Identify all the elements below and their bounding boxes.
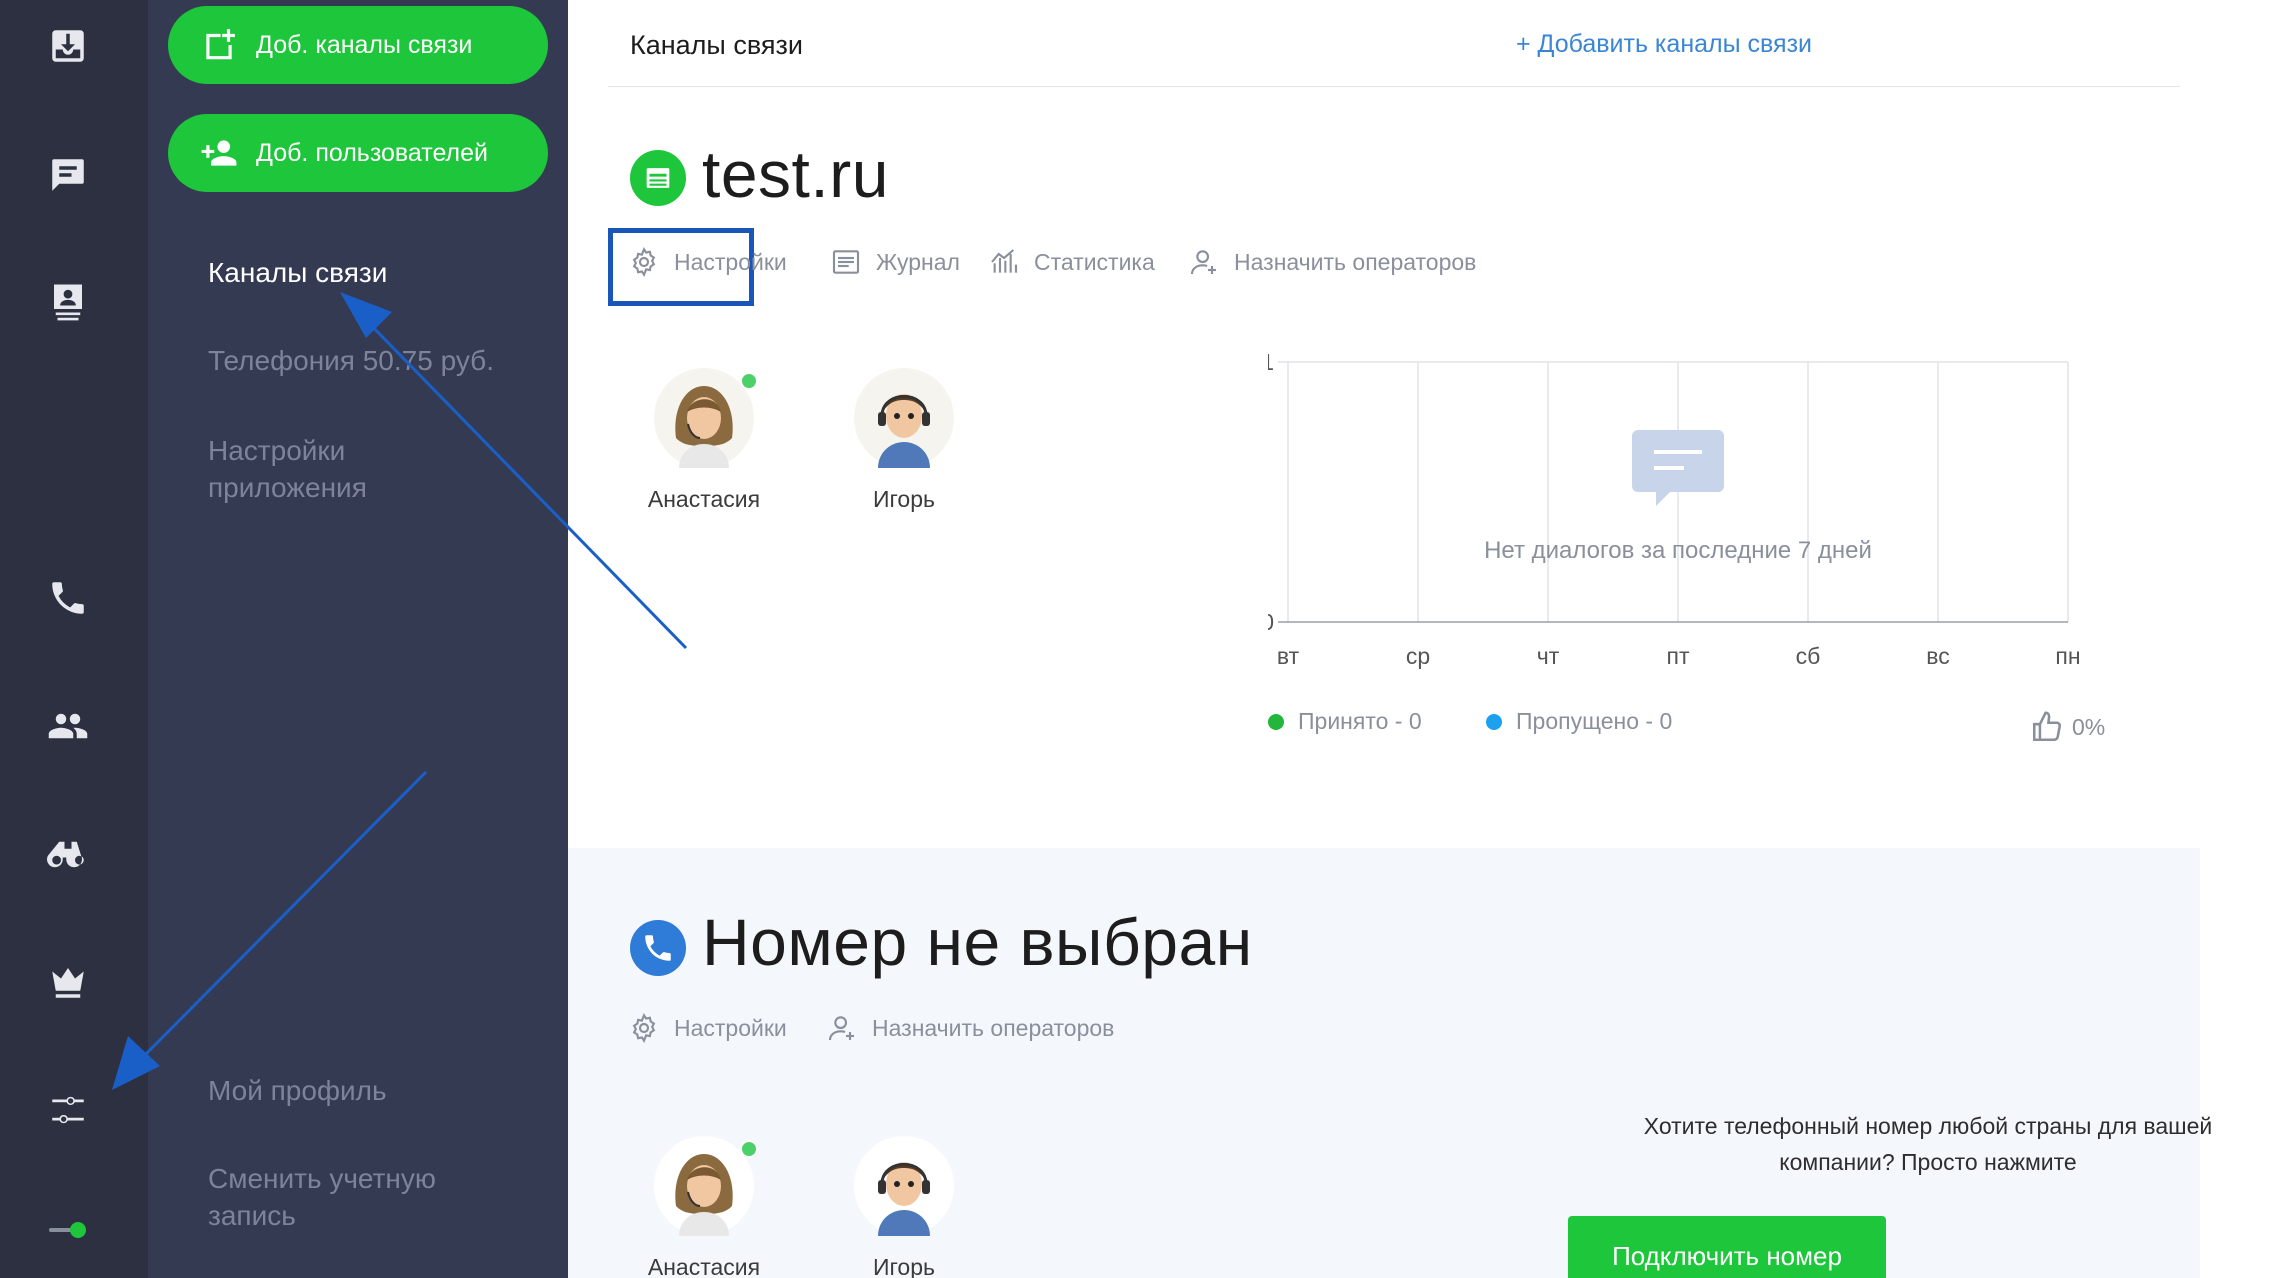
satisfaction-rating: 0%	[2030, 710, 2105, 744]
y-tick-label: 0	[1268, 609, 1274, 635]
legend-missed: Пропущено - 0	[1486, 708, 1672, 735]
avatar	[654, 1136, 758, 1236]
promo-line-2: компании? Просто нажмите	[1779, 1149, 2077, 1175]
people-icon[interactable]	[34, 692, 102, 760]
nav-my-profile[interactable]: Мой профиль	[208, 1072, 528, 1109]
page-title: Каналы связи	[630, 30, 803, 60]
x-tick-label: сб	[1796, 643, 1821, 669]
tab-settings-phone[interactable]: Настройки	[628, 1012, 787, 1044]
x-tick-label: пт	[1667, 643, 1690, 669]
journal-icon	[832, 250, 860, 274]
assign-operator-icon	[1190, 250, 1216, 275]
add-user-icon	[201, 140, 237, 166]
web-channel-icon	[630, 150, 686, 206]
tab-settings-phone-label: Настройки	[674, 1014, 787, 1041]
operator-name: Игорь	[873, 1254, 935, 1278]
operator-igor[interactable]: Игорь	[824, 368, 984, 513]
add-channel-icon	[206, 29, 235, 60]
y-tick-label: 1	[1268, 349, 1274, 375]
tab-journal[interactable]: Журнал	[830, 246, 960, 278]
channel-title-phone: Номер не выбран	[702, 905, 1253, 979]
download-icon[interactable]	[34, 12, 102, 80]
icon-rail	[0, 0, 148, 1278]
satisfaction-value: 0%	[2072, 713, 2106, 740]
nav-app-settings[interactable]: Настройки приложения	[208, 432, 438, 506]
missed-dot-icon	[1486, 713, 1502, 730]
sliders-icon[interactable]	[34, 1076, 102, 1144]
nav-telephony[interactable]: Телефония 50.75 руб.	[208, 342, 528, 379]
x-tick-label: пн	[2055, 643, 2080, 669]
assign-operator-icon	[828, 1016, 854, 1041]
tab-assign-operators[interactable]: Назначить операторов	[1188, 246, 1476, 278]
legend-missed-label: Пропущено - 0	[1516, 708, 1673, 734]
thumbs-up-icon	[2032, 711, 2062, 742]
tab-settings-label: Настройки	[674, 248, 787, 275]
online-status-icon	[740, 1140, 758, 1158]
accepted-dot-icon	[1268, 713, 1284, 730]
chat-icon[interactable]	[34, 141, 102, 209]
avatar	[654, 368, 758, 468]
app-window: Доб. каналы связи Доб. пользователей Кан…	[0, 0, 2282, 1278]
header-divider	[608, 86, 2180, 87]
tab-journal-label: Журнал	[876, 248, 960, 275]
status-toggle-icon[interactable]	[34, 1196, 102, 1264]
gear-icon	[632, 247, 656, 277]
sidebar: Доб. каналы связи Доб. пользователей Кан…	[148, 0, 568, 1278]
connect-number-button[interactable]: Подключить номер	[1568, 1216, 1886, 1278]
chart-empty-message: Нет диалогов за последние 7 дней	[1484, 537, 1872, 564]
nav-switch-account[interactable]: Сменить учетную запись	[208, 1160, 468, 1234]
operator-anastasia[interactable]: Анастасия	[624, 1136, 784, 1278]
stats-icon	[991, 249, 1018, 273]
phone-channel-icon	[630, 920, 686, 976]
tab-statistics-label: Статистика	[1034, 248, 1155, 275]
gear-icon	[632, 1013, 656, 1043]
add-channels-label: Доб. каналы связи	[256, 30, 473, 59]
tab-assign-operators-phone[interactable]: Назначить операторов	[826, 1012, 1114, 1044]
add-users-button[interactable]: Доб. пользователей	[168, 114, 548, 192]
operator-name: Анастасия	[647, 486, 761, 512]
promo-line-1: Хотите телефонный номер любой страны для…	[1643, 1113, 2213, 1139]
operator-name: Игорь	[873, 486, 935, 512]
operator-name: Анастасия	[647, 1254, 761, 1278]
tab-settings[interactable]: Настройки	[628, 246, 787, 278]
x-tick-label: ср	[1406, 643, 1430, 669]
x-tick-label: чт	[1537, 643, 1560, 669]
phone-channel-section: Номер не выбран Настройки Назначить опер…	[568, 848, 2200, 1278]
operator-anastasia[interactable]: Анастасия	[624, 368, 784, 513]
online-status-icon	[740, 372, 758, 390]
crown-icon[interactable]	[34, 948, 102, 1016]
add-users-label: Доб. пользователей	[256, 138, 488, 167]
tab-assign-operators-phone-label: Назначить операторов	[872, 1014, 1115, 1041]
tab-statistics[interactable]: Статистика	[988, 246, 1155, 278]
tab-assign-operators-label: Назначить операторов	[1234, 248, 1477, 275]
binoculars-icon[interactable]	[34, 820, 102, 888]
x-tick-label: вт	[1277, 643, 1300, 669]
legend-accepted-label: Принято - 0	[1298, 708, 1422, 734]
add-channels-button[interactable]: Доб. каналы связи	[168, 6, 548, 84]
contact-card-icon[interactable]	[34, 268, 102, 336]
add-channels-link[interactable]: + Добавить каналы связи	[1516, 30, 1812, 59]
legend-accepted: Принято - 0	[1268, 708, 1422, 735]
dialogs-chart: 0 1 вт ср чт пт сб вс пн Нет диалогов за последни…	[1268, 349, 2081, 669]
nav-channels[interactable]: Каналы связи	[208, 254, 528, 291]
phone-icon[interactable]	[34, 564, 102, 632]
buy-number-promo: Хотите телефонный номер любой страны для…	[1618, 1108, 2238, 1180]
avatar	[854, 368, 954, 468]
channel-title-web: test.ru	[702, 137, 889, 211]
avatar	[854, 1136, 954, 1236]
operator-igor[interactable]: Игорь	[824, 1136, 984, 1278]
x-tick-label: вс	[1926, 643, 1949, 669]
main-content: Каналы связи + Добавить каналы связи tes…	[568, 0, 2282, 1278]
